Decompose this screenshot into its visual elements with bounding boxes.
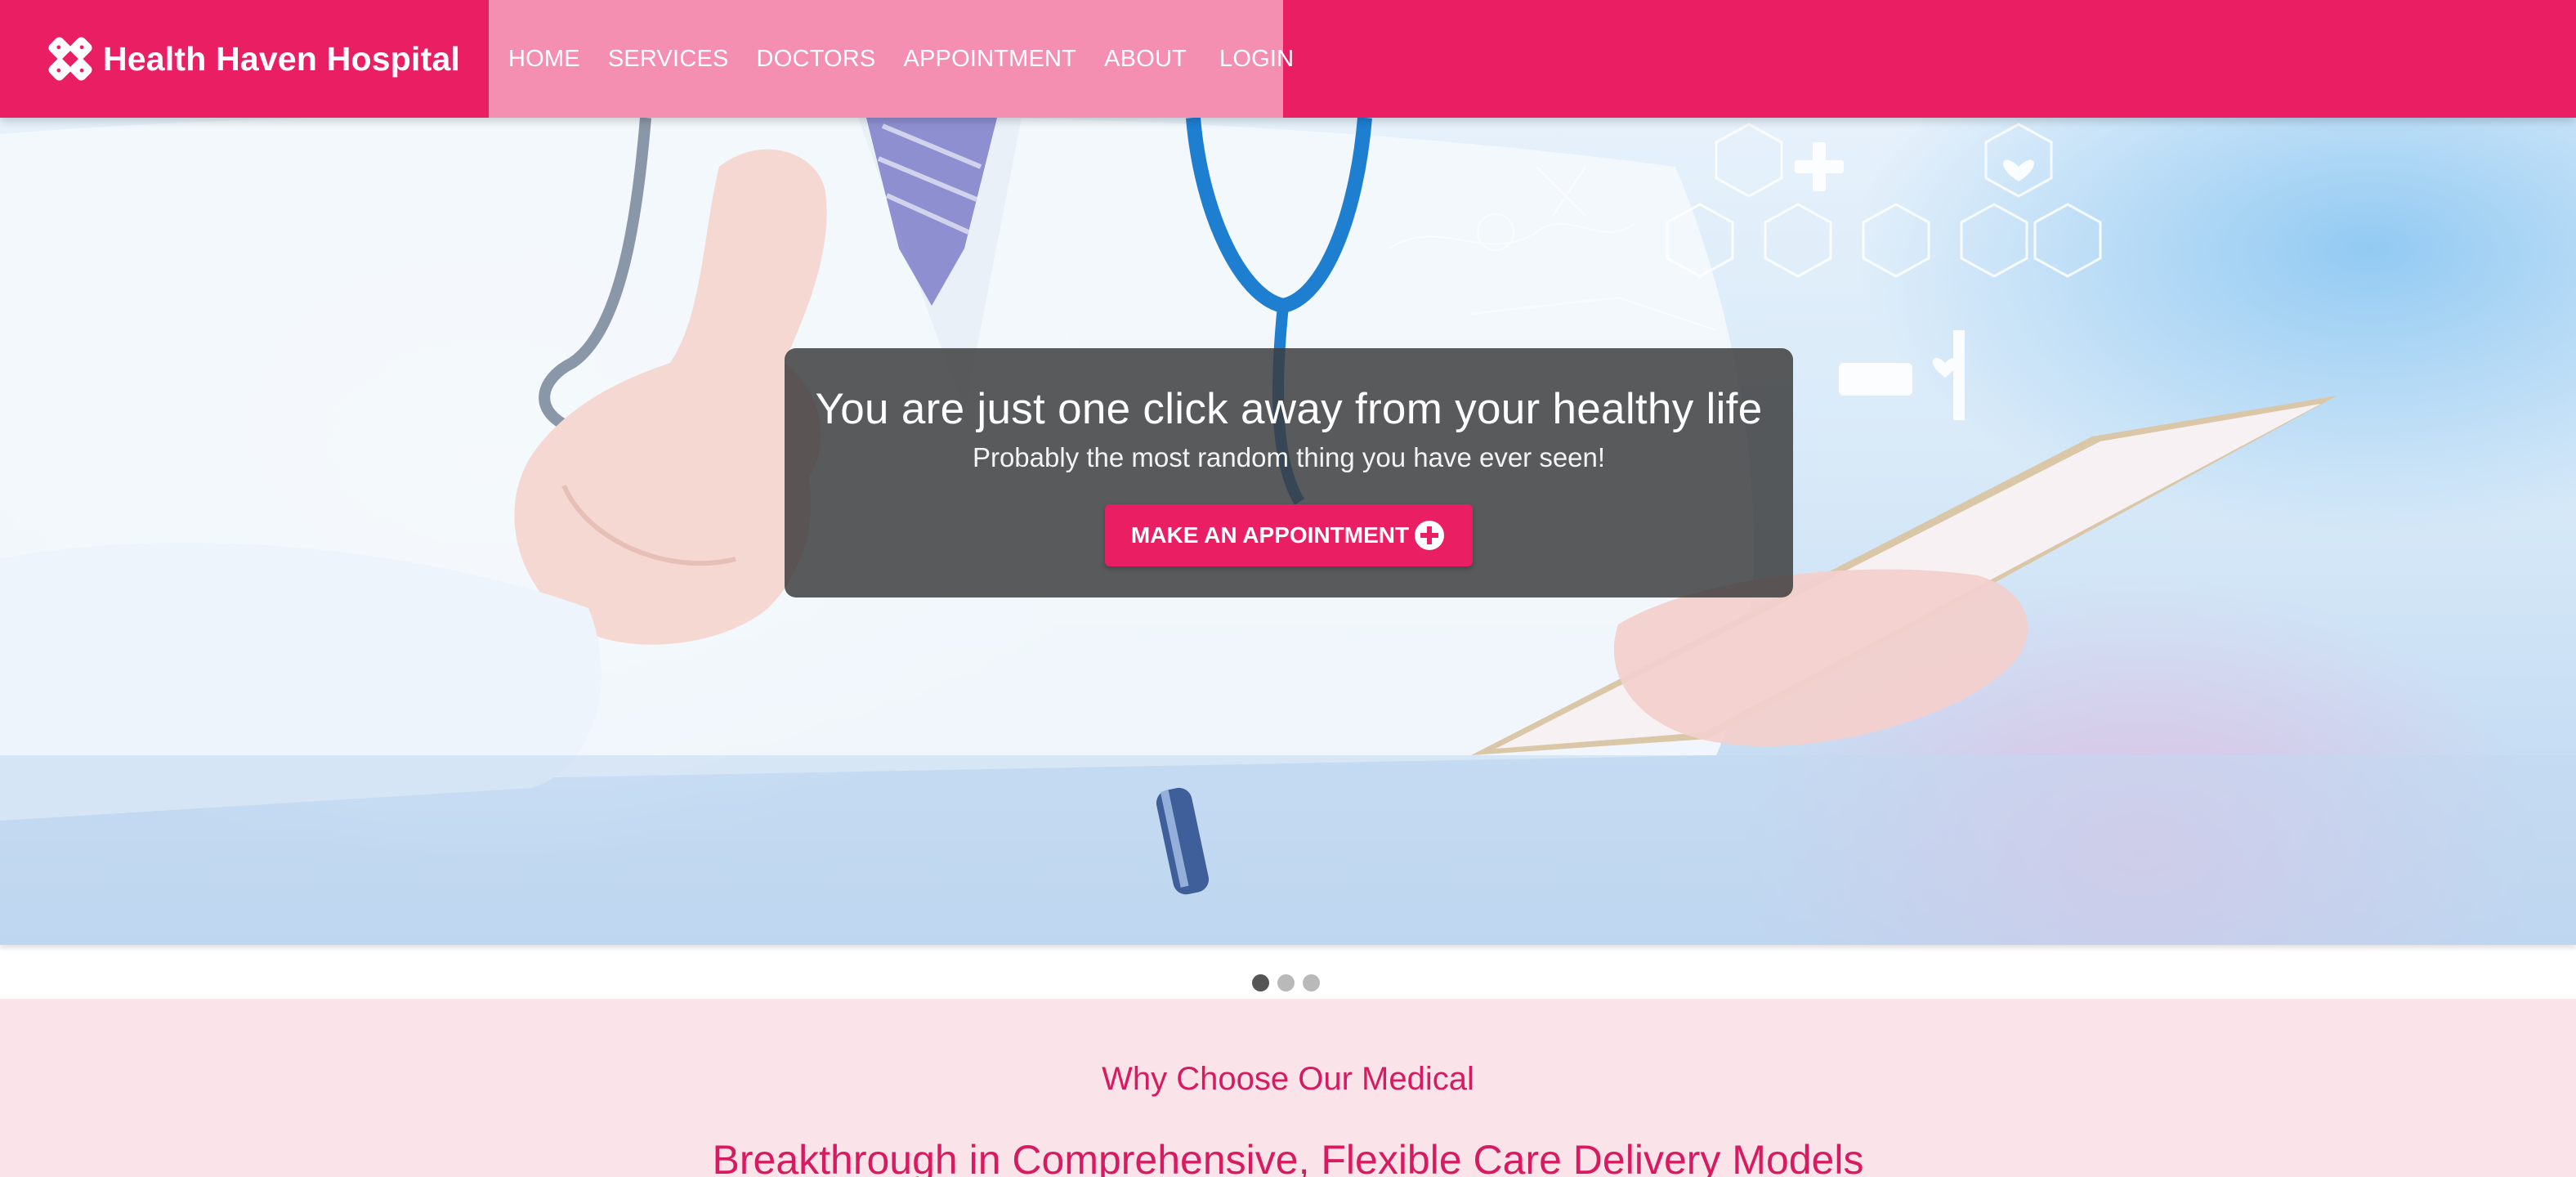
hero-subheadline: Probably the most random thing you have …: [972, 442, 1606, 472]
plus-circle-icon: [1415, 521, 1445, 550]
hero-carousel: You are just one click away from your he…: [0, 118, 2576, 945]
why-choose-section: Why Choose Our Medical Breakthrough in C…: [0, 999, 2576, 1177]
make-appointment-button[interactable]: MAKE AN APPOINTMENT: [1105, 504, 1473, 566]
nav-item-services[interactable]: SERVICES: [608, 38, 729, 81]
carousel-dot-2[interactable]: [1277, 973, 1295, 991]
carousel-indicators: [1252, 973, 1328, 992]
carousel-dot-1[interactable]: [1252, 973, 1269, 991]
bandage-cross-icon: [48, 37, 92, 81]
brand-name: Health Haven Hospital: [103, 39, 461, 78]
nav-item-home[interactable]: HOME: [508, 38, 580, 81]
nav-item-login[interactable]: LOGIN: [1219, 38, 1294, 81]
nav-item-appointment[interactable]: APPOINTMENT: [903, 38, 1076, 81]
nav-item-doctors[interactable]: DOCTORS: [757, 38, 876, 81]
nav-item-about[interactable]: ABOUT: [1104, 38, 1187, 81]
brand[interactable]: Health Haven Hospital: [0, 0, 489, 118]
section-eyebrow: Why Choose Our Medical: [1102, 1061, 1474, 1097]
make-appointment-label: MAKE AN APPOINTMENT: [1130, 522, 1410, 548]
site-header: Health Haven Hospital HOME SERVICES DOCT…: [0, 0, 2576, 118]
carousel-dot-3[interactable]: [1303, 973, 1320, 991]
hero-headline: You are just one click away from your he…: [815, 385, 1763, 433]
section-title: Breakthrough in Comprehensive, Flexible …: [712, 1137, 1864, 1177]
main-nav: HOME SERVICES DOCTORS APPOINTMENT ABOUT …: [489, 0, 1294, 118]
hero-overlay: You are just one click away from your he…: [785, 348, 1793, 597]
